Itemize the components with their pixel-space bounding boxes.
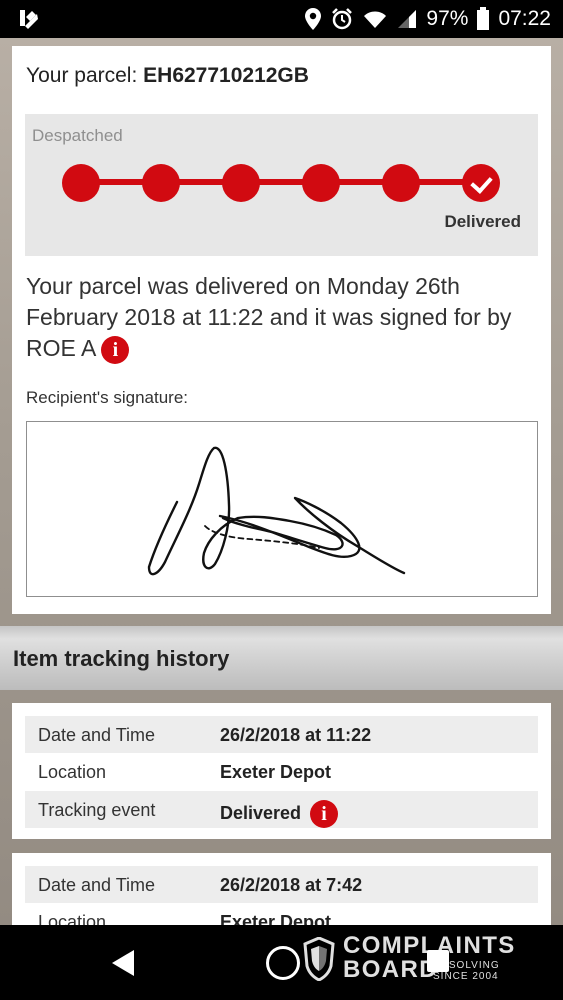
despatched-label: Despatched: [32, 126, 123, 145]
back-button[interactable]: [112, 950, 134, 976]
tracking-event-value: Delivered: [220, 802, 302, 823]
battery-percent: 97%: [426, 7, 469, 30]
history-value-with-info: Delivered i: [220, 800, 339, 828]
signature-label: Recipient's signature:: [26, 388, 188, 407]
progress-step-2: [142, 164, 180, 202]
table-row: Date and Time 26/2/2018 at 11:22: [25, 716, 538, 753]
history-value: Exeter Depot: [220, 912, 332, 925]
alarm-icon: [332, 8, 353, 30]
parcel-id: EH627710212GB: [143, 64, 309, 87]
history-value: Exeter Depot: [220, 762, 332, 782]
battery-icon: [477, 7, 490, 30]
watermark-tag-2: SINCE 2004: [433, 971, 499, 982]
recipient-signature-box: [26, 421, 538, 597]
history-label: Location: [38, 912, 107, 925]
delivery-info-icon[interactable]: i: [101, 335, 130, 364]
delivered-check-icon: [462, 164, 500, 202]
complaints-board-shield-logo: [303, 937, 335, 981]
table-row: Tracking event Delivered i: [25, 791, 538, 828]
complaints-board-watermark: COMPLAINTS BOARD RESOLVING SINCE 2004: [303, 933, 523, 985]
history-label: Location: [38, 762, 107, 782]
recipient-signature: [147, 446, 406, 576]
progress-step-4: [302, 164, 340, 202]
watermark-line-2: BOARD: [343, 956, 438, 983]
status-bar: 97% 07:22: [0, 0, 563, 38]
watermark-tag-1: RESOLVING: [433, 960, 500, 971]
tracking-event-info-icon[interactable]: i: [310, 800, 339, 828]
history-title: Item tracking history: [13, 646, 230, 671]
table-row: Date and Time 26/2/2018 at 7:42: [25, 866, 538, 903]
tracking-page: Your parcel: EH627710212GB Despatched De…: [0, 38, 563, 925]
parcel-status-card: Your parcel: EH627710212GB Despatched De…: [12, 46, 551, 614]
parcel-prefix: Your parcel:: [26, 64, 138, 87]
location-icon: [305, 8, 322, 30]
status-icons: 97% 07:22: [304, 0, 551, 38]
history-value: 26/2/2018 at 11:22: [220, 725, 372, 745]
history-label: Date and Time: [38, 875, 156, 895]
table-row: Location Exeter Depot: [25, 753, 538, 790]
delivery-app-icon: [20, 10, 38, 29]
delivery-message: Your parcel was delivered on Monday 26th…: [26, 271, 531, 364]
parcel-heading: Your parcel: EH627710212GB: [26, 64, 309, 88]
tracking-history-card: Date and Time 26/2/2018 at 7:42 Location…: [12, 853, 551, 925]
delivery-message-text: Your parcel was delivered on Monday 26th…: [26, 273, 512, 361]
tracking-history-card: Date and Time 26/2/2018 at 11:22 Locatio…: [12, 703, 551, 839]
table-row: Location Exeter Depot: [25, 903, 538, 925]
history-value: 26/2/2018 at 7:42: [220, 875, 363, 895]
progress-step-1: [62, 164, 100, 202]
history-label: Date and Time: [38, 725, 156, 745]
wifi-icon: [364, 11, 387, 28]
delivery-progress-tracker: Despatched Delivered: [25, 114, 538, 256]
progress-step-3: [222, 164, 260, 202]
item-tracking-history-header: Item tracking history: [0, 626, 563, 690]
home-button[interactable]: [266, 946, 300, 980]
progress-track-line: [75, 179, 483, 185]
signal-icon: [398, 10, 417, 28]
delivered-label: Delivered: [444, 212, 521, 231]
history-label: Tracking event: [38, 800, 156, 820]
status-time: 07:22: [498, 7, 551, 30]
progress-step-5: [382, 164, 420, 202]
